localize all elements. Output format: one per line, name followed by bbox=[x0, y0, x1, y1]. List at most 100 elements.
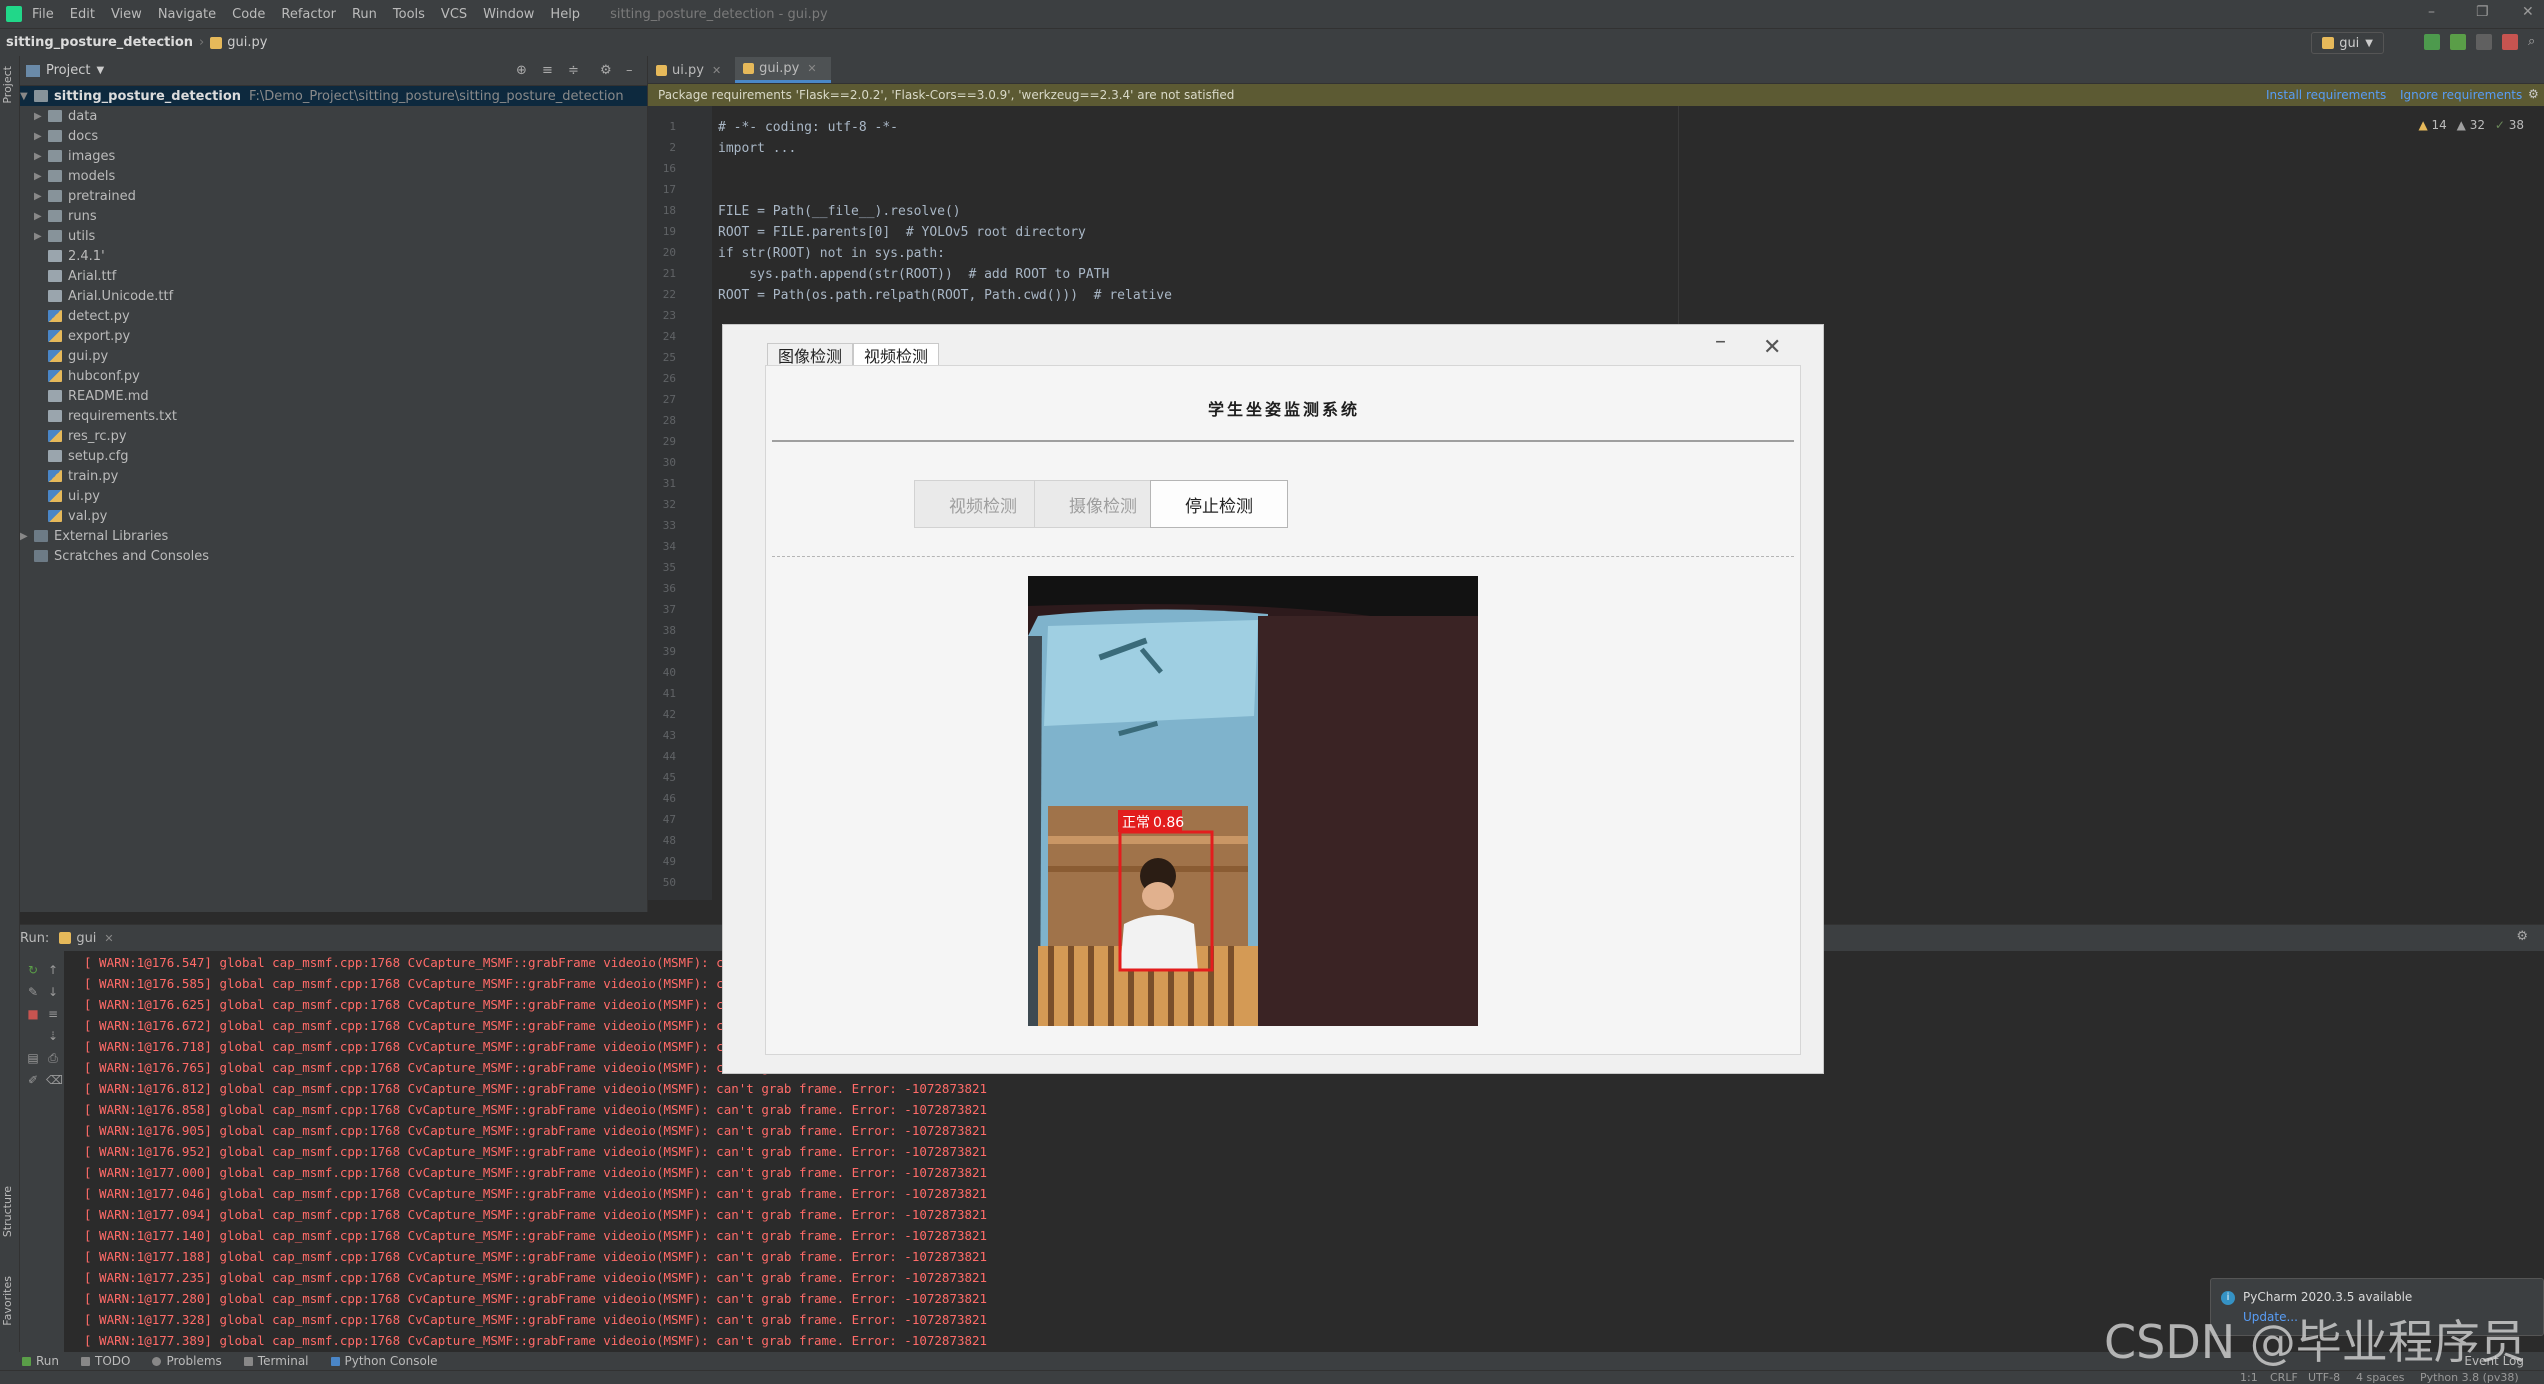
tree-folder-runs[interactable]: ▶ runs bbox=[20, 206, 647, 226]
run-tab-gui[interactable]: gui ✕ bbox=[59, 931, 114, 946]
menu-tools[interactable]: Tools bbox=[393, 7, 425, 22]
chevron-down-icon[interactable]: ▼ bbox=[20, 91, 34, 102]
run-config-selector[interactable]: gui ▼ bbox=[2311, 32, 2384, 54]
tool-tab-python-console[interactable]: Python Console bbox=[330, 1354, 438, 1368]
tab-gui-py[interactable]: gui.py ✕ bbox=[735, 57, 831, 83]
close-icon[interactable]: ✕ bbox=[1763, 335, 1781, 360]
tool-tab-todo[interactable]: TODO bbox=[81, 1354, 130, 1368]
tree-file[interactable]: hubconf.py bbox=[20, 366, 647, 386]
minimize-icon[interactable]: – bbox=[1715, 329, 1726, 354]
stop-icon[interactable] bbox=[2502, 34, 2518, 50]
video-detect-button[interactable]: 视频检测 bbox=[914, 480, 1052, 528]
close-tab-icon[interactable]: ✕ bbox=[712, 64, 721, 77]
breadcrumb-file[interactable]: gui.py bbox=[227, 35, 267, 50]
chevron-right-icon[interactable]: ▶ bbox=[20, 531, 34, 542]
tree-scratches[interactable]: Scratches and Consoles bbox=[20, 546, 647, 566]
tree-file[interactable]: ui.py bbox=[20, 486, 647, 506]
code-line[interactable]: # -*- coding: utf-8 -*- bbox=[718, 120, 898, 135]
search-icon[interactable]: ⌕ bbox=[2528, 34, 2544, 50]
chevron-right-icon[interactable]: ▶ bbox=[34, 151, 48, 162]
gear-icon[interactable]: ⚙ bbox=[2528, 87, 2539, 101]
scroll-to-end-icon[interactable]: ⇣ bbox=[46, 1029, 60, 1043]
interpreter[interactable]: Python 3.8 (pv38) bbox=[2420, 1371, 2519, 1384]
tree-file[interactable]: res_rc.py bbox=[20, 426, 647, 446]
tree-file[interactable]: 2.4.1' bbox=[20, 246, 647, 266]
code-line[interactable]: sys.path.append(str(ROOT)) # add ROOT to… bbox=[718, 267, 1109, 282]
tool-tab-terminal[interactable]: Terminal bbox=[243, 1354, 309, 1368]
code-line[interactable]: ROOT = Path(os.path.relpath(ROOT, Path.c… bbox=[718, 288, 1172, 303]
chevron-right-icon[interactable]: ▶ bbox=[34, 191, 48, 202]
tree-external-libraries[interactable]: ▶ External Libraries bbox=[20, 526, 647, 546]
stop-detect-button[interactable]: 停止检测 bbox=[1150, 480, 1288, 528]
caret-position[interactable]: 1:1 bbox=[2240, 1371, 2258, 1384]
tree-file[interactable]: requirements.txt bbox=[20, 406, 647, 426]
ignore-requirements-link[interactable]: Ignore requirements bbox=[2400, 88, 2522, 102]
pin-icon[interactable]: ✐ bbox=[26, 1073, 40, 1087]
menu-help[interactable]: Help bbox=[550, 7, 580, 22]
inspection-widget[interactable]: ▲ 14 ▲ 32 ✓ 38 bbox=[2418, 118, 2524, 132]
code-line[interactable]: ROOT = FILE.parents[0] # YOLOv5 root dir… bbox=[718, 225, 1086, 240]
close-tab-icon[interactable]: ✕ bbox=[104, 932, 113, 945]
tab-video-detection[interactable]: 视频检测 bbox=[853, 343, 940, 366]
gear-icon[interactable]: ⚙ bbox=[2516, 929, 2528, 944]
indent-setting[interactable]: 4 spaces bbox=[2356, 1371, 2405, 1384]
menu-file[interactable]: File bbox=[32, 7, 54, 22]
chevron-right-icon[interactable]: ▶ bbox=[34, 111, 48, 122]
tree-root[interactable]: ▼ sitting_posture_detection F:\Demo_Proj… bbox=[20, 86, 647, 106]
line-separator[interactable]: CRLF bbox=[2270, 1371, 2298, 1384]
tool-tab-run[interactable]: Run bbox=[22, 1354, 59, 1368]
tree-file[interactable]: setup.cfg bbox=[20, 446, 647, 466]
debug-icon[interactable] bbox=[2450, 34, 2466, 50]
tree-file[interactable]: Arial.ttf bbox=[20, 266, 647, 286]
menu-refactor[interactable]: Refactor bbox=[281, 7, 336, 22]
tab-ui-py[interactable]: ui.py ✕ bbox=[648, 57, 735, 83]
chevron-right-icon[interactable]: ▶ bbox=[34, 231, 48, 242]
menu-navigate[interactable]: Navigate bbox=[158, 7, 216, 22]
tree-file[interactable]: train.py bbox=[20, 466, 647, 486]
chevron-right-icon[interactable]: ▶ bbox=[34, 131, 48, 142]
install-requirements-link[interactable]: Install requirements bbox=[2266, 88, 2386, 102]
down-arrow-icon[interactable]: ↓ bbox=[46, 985, 60, 999]
tree-file[interactable]: README.md bbox=[20, 386, 647, 406]
code-line[interactable]: FILE = Path(__file__).resolve() bbox=[718, 204, 961, 219]
tree-folder-models[interactable]: ▶ models bbox=[20, 166, 647, 186]
tree-folder-images[interactable]: ▶ images bbox=[20, 146, 647, 166]
tool-tab-problems[interactable]: Problems bbox=[152, 1354, 222, 1368]
menu-edit[interactable]: Edit bbox=[70, 7, 95, 22]
wrench-icon[interactable]: ✎ bbox=[26, 985, 40, 999]
expand-all-icon[interactable]: ≡ bbox=[542, 64, 556, 78]
collapse-all-icon[interactable]: ≑ bbox=[568, 64, 582, 78]
chevron-down-icon[interactable]: ▼ bbox=[96, 65, 104, 76]
chevron-right-icon[interactable]: ▶ bbox=[34, 171, 48, 182]
menu-vcs[interactable]: VCS bbox=[441, 7, 467, 22]
menu-window[interactable]: Window bbox=[483, 7, 534, 22]
project-tool-tab[interactable]: Project bbox=[1, 66, 14, 104]
favorites-tool-tab[interactable]: Favorites bbox=[1, 1276, 14, 1326]
soft-wrap-icon[interactable]: ≡ bbox=[46, 1007, 60, 1021]
structure-tool-tab[interactable]: Structure bbox=[1, 1186, 14, 1237]
tree-folder-pretrained[interactable]: ▶ pretrained bbox=[20, 186, 647, 206]
rerun-icon[interactable]: ↻ bbox=[26, 963, 40, 977]
project-panel-title[interactable]: Project bbox=[46, 63, 90, 78]
tree-file[interactable]: gui.py bbox=[20, 346, 647, 366]
breadcrumb-project[interactable]: sitting_posture_detection bbox=[6, 35, 193, 50]
minimize-icon[interactable]: – bbox=[2428, 4, 2435, 20]
tree-folder-utils[interactable]: ▶ utils bbox=[20, 226, 647, 246]
up-arrow-icon[interactable]: ↑ bbox=[46, 963, 60, 977]
tab-image-detection[interactable]: 图像检测 bbox=[767, 343, 854, 366]
chevron-right-icon[interactable]: ▶ bbox=[34, 211, 48, 222]
tree-folder-docs[interactable]: ▶ docs bbox=[20, 126, 647, 146]
coverage-icon[interactable] bbox=[2476, 34, 2492, 50]
menu-view[interactable]: View bbox=[111, 7, 142, 22]
rerun-icon[interactable] bbox=[2424, 34, 2440, 50]
stop-icon[interactable]: ■ bbox=[26, 1007, 40, 1021]
code-line[interactable]: if str(ROOT) not in sys.path: bbox=[718, 246, 945, 261]
hide-panel-icon[interactable]: – bbox=[626, 64, 640, 78]
file-encoding[interactable]: UTF-8 bbox=[2308, 1371, 2340, 1384]
code-line[interactable]: import ... bbox=[718, 141, 796, 156]
close-icon[interactable]: ✕ bbox=[2522, 4, 2534, 20]
tree-file[interactable]: Arial.Unicode.ttf bbox=[20, 286, 647, 306]
menu-run[interactable]: Run bbox=[352, 7, 377, 22]
tree-file[interactable]: export.py bbox=[20, 326, 647, 346]
gear-icon[interactable]: ⚙ bbox=[600, 64, 614, 78]
